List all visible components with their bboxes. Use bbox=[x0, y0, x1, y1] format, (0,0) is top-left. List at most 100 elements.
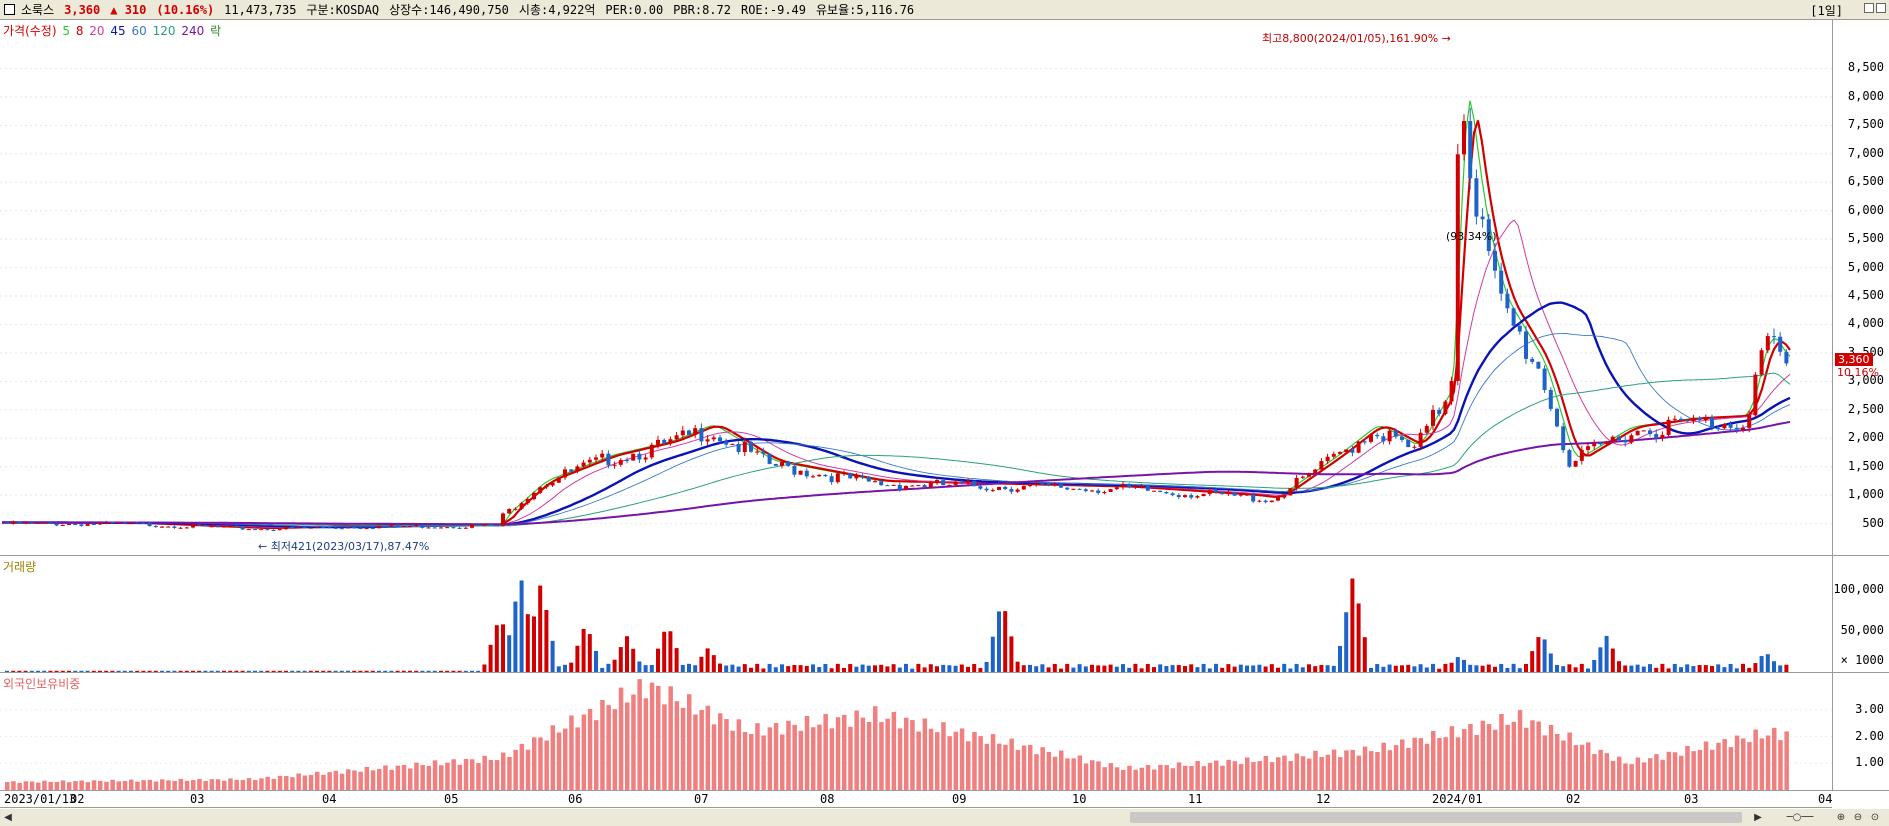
foreign-bar bbox=[1214, 760, 1219, 790]
candle-body bbox=[1443, 401, 1448, 414]
foreign-bar bbox=[928, 728, 934, 790]
candle-body bbox=[513, 508, 518, 510]
volume-bar bbox=[538, 585, 543, 672]
foreign-bar bbox=[693, 714, 698, 790]
volume-bar bbox=[414, 670, 419, 672]
candle-body bbox=[656, 439, 660, 445]
foreign-holding-chart[interactable] bbox=[0, 673, 1832, 790]
volume-bar bbox=[1400, 665, 1404, 672]
volume-bar bbox=[767, 663, 772, 672]
foreign-bar bbox=[668, 686, 673, 790]
stock-name[interactable]: 소룩스 bbox=[21, 1, 54, 18]
volume-bar bbox=[1493, 666, 1497, 672]
candle-body bbox=[1567, 450, 1572, 467]
foreign-bar bbox=[860, 717, 866, 790]
volume-bar bbox=[544, 609, 549, 672]
volume-bar bbox=[296, 670, 301, 672]
candle-body bbox=[1201, 493, 1206, 497]
foreign-bar bbox=[79, 780, 84, 790]
foreign-bar bbox=[209, 779, 215, 790]
candle-body bbox=[1716, 428, 1721, 430]
foreign-bar bbox=[1331, 749, 1337, 790]
foreign-bar bbox=[1251, 762, 1256, 790]
date-tick: 06 bbox=[568, 792, 583, 806]
candle-body bbox=[1133, 486, 1138, 488]
volume-bar bbox=[1524, 663, 1528, 672]
candle-body bbox=[1406, 439, 1411, 448]
volume-bar bbox=[1654, 667, 1659, 672]
volume-bar bbox=[358, 670, 363, 672]
foreign-bar bbox=[1449, 726, 1455, 790]
volume-bar bbox=[1697, 665, 1702, 672]
volume-bar bbox=[618, 647, 623, 672]
foreign-bar bbox=[1412, 737, 1417, 790]
foreign-bar bbox=[538, 737, 543, 790]
candle-body bbox=[1331, 453, 1336, 457]
foreign-bar bbox=[587, 708, 593, 790]
candle-body bbox=[959, 481, 964, 483]
foreign-bar bbox=[1282, 755, 1287, 790]
volume-bar bbox=[1245, 665, 1249, 672]
volume-bar bbox=[587, 634, 592, 672]
candle-body bbox=[1276, 497, 1280, 501]
candle-body bbox=[1493, 250, 1497, 271]
candle-body bbox=[668, 439, 673, 444]
volume-bar bbox=[395, 670, 400, 672]
price-chart[interactable]: 최고8,800(2024/01/05),161.90% → ← 최저421(20… bbox=[0, 20, 1832, 555]
foreign-bar bbox=[352, 770, 357, 790]
zoom-in-icon[interactable]: ⊕ bbox=[1835, 812, 1847, 823]
zoom-fit-icon[interactable]: ⊙ bbox=[1869, 812, 1881, 823]
volume-bar bbox=[197, 670, 202, 672]
foreign-bar bbox=[662, 704, 667, 790]
candle-body bbox=[1059, 484, 1063, 488]
high-annotation: 최고8,800(2024/01/05),161.90% → bbox=[1262, 32, 1451, 45]
foreign-bar bbox=[544, 740, 549, 790]
foreign-bar bbox=[501, 752, 506, 790]
foreign-holding-panel[interactable]: 외국인보유비중 bbox=[0, 673, 1832, 791]
foreign-bar bbox=[612, 709, 618, 790]
volume-bar bbox=[36, 670, 40, 672]
volume-bar bbox=[228, 670, 233, 672]
zoom-out-icon[interactable]: ⊖ bbox=[1852, 812, 1864, 823]
scroll-right-icon[interactable]: ▶ bbox=[1752, 812, 1764, 823]
volume-bar bbox=[1660, 663, 1665, 672]
foreign-bar bbox=[222, 780, 227, 790]
volume-bar bbox=[1015, 661, 1020, 672]
candle-body bbox=[742, 441, 747, 453]
foreign-bar bbox=[116, 781, 122, 790]
minimize-icon[interactable] bbox=[1864, 3, 1874, 13]
foreign-bar bbox=[271, 778, 277, 790]
volume-bar bbox=[823, 663, 828, 672]
zoom-slider[interactable]: ─○── bbox=[1770, 812, 1830, 823]
candle-body bbox=[1152, 490, 1156, 492]
volume-bar bbox=[1040, 664, 1045, 672]
price-panel[interactable]: 가격(수정) 5 8 20 45 60 120 240 락 최고8,800(20… bbox=[0, 20, 1832, 556]
volume-bar bbox=[1468, 664, 1473, 672]
panel-toggle-checkbox[interactable] bbox=[4, 4, 15, 15]
period-selector[interactable]: [1일] bbox=[1810, 2, 1843, 19]
volume-chart[interactable] bbox=[0, 556, 1832, 672]
volume-bar bbox=[1319, 664, 1324, 672]
foreign-bar bbox=[389, 769, 394, 790]
volume-bar bbox=[1455, 657, 1460, 672]
candle-body bbox=[556, 477, 561, 483]
foreign-bar bbox=[1586, 742, 1591, 790]
scroll-thumb[interactable] bbox=[1130, 812, 1742, 823]
scroll-left-icon[interactable]: ◀ bbox=[2, 812, 14, 823]
volume-bar bbox=[48, 670, 53, 672]
foreign-bar bbox=[234, 779, 239, 790]
volume-bar bbox=[854, 666, 859, 672]
foreign-bar bbox=[1703, 741, 1709, 790]
close-icon[interactable] bbox=[1876, 3, 1886, 13]
candle-body bbox=[1635, 430, 1640, 436]
candle-body bbox=[222, 526, 226, 528]
candle-body bbox=[519, 503, 524, 509]
chart-scrollbar[interactable]: ◀ ▶ ─○── ⊕ ⊖ ⊙ bbox=[0, 809, 1889, 826]
volume-panel[interactable]: 거래량 bbox=[0, 556, 1832, 673]
volume-bar bbox=[1586, 668, 1590, 672]
candle-body bbox=[1592, 443, 1597, 447]
candle-body bbox=[346, 527, 350, 529]
volume-bar bbox=[1369, 668, 1373, 672]
foreign-bar bbox=[1338, 757, 1343, 790]
volume-bar bbox=[1009, 636, 1014, 672]
